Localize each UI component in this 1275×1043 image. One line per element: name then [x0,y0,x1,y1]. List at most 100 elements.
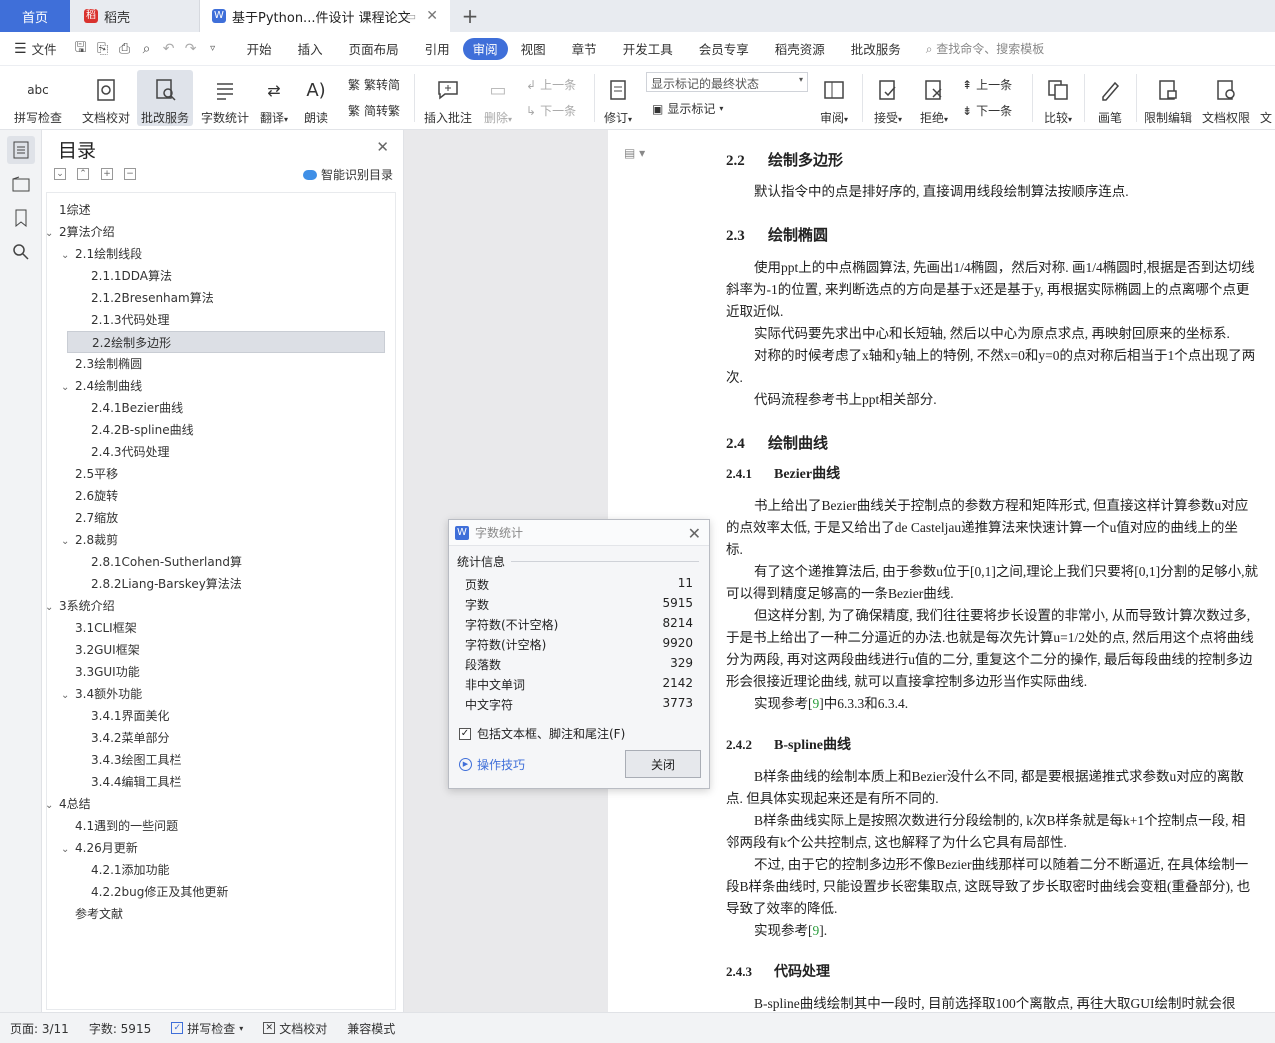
toc-item[interactable]: 3.2GUI框架 [61,639,140,661]
toc-item[interactable]: 2.3绘制椭圆 [61,353,142,375]
toc-item[interactable]: 4.1遇到的一些问题 [61,815,178,837]
export-pdf-icon[interactable]: ⎘ [92,38,114,60]
chevron-down-icon[interactable]: ⌄ [45,597,59,619]
search-icon[interactable] [7,238,35,266]
toc-item[interactable]: 3.4.2菜单部分 [77,727,170,749]
toc-item[interactable]: 2.7缩放 [61,507,118,529]
close-icon[interactable]: ✕ [688,524,701,543]
expand-all-icon[interactable]: ⌃ [77,168,89,180]
correction-service-button[interactable]: 批改服务 [137,70,193,126]
trad-to-simp-button[interactable]: 繁繁转简 [348,76,400,93]
toc-item[interactable]: 2.1.2Bresenham算法 [77,287,214,309]
close-icon[interactable]: ✕ [376,138,389,156]
save-icon[interactable]: 🖫 [70,38,92,60]
menu-view[interactable]: 视图 [508,38,559,60]
tips-link[interactable]: ▶ 操作技巧 [459,756,525,773]
menu-review[interactable]: 审阅 [462,37,508,60]
toc-item[interactable]: 2.6旋转 [61,485,118,507]
undo-icon[interactable]: ↶ [158,38,180,60]
add-toc-item-icon[interactable]: + [101,168,113,180]
toc-item[interactable]: ⌄ 2.4绘制曲线 [61,375,142,397]
review-pane-button[interactable]: 审阅▾ [814,70,854,126]
toc-item[interactable]: 2.8.2Liang-Barskey算法法 [77,573,242,595]
chevron-down-icon[interactable]: ⌄ [61,685,75,707]
chapter-nav-icon[interactable] [7,170,35,198]
chevron-down-icon[interactable]: ⌄ [45,223,59,245]
proofread-status[interactable]: ✕ 文档校对 [253,1020,337,1037]
toc-item[interactable]: 4.2.1添加功能 [77,859,170,881]
toc-item[interactable]: 2.4.2B-spline曲线 [77,419,194,441]
toc-item[interactable]: ⌄ 4总结 [45,793,91,815]
menu-start[interactable]: 开始 [234,38,285,60]
spell-check-status[interactable]: ✓ 拼写检查 ▾ [161,1020,253,1037]
menu-chapter[interactable]: 章节 [559,38,610,60]
accept-button[interactable]: 接受▾ [868,70,908,126]
tab-daoke[interactable]: 稻稻壳 [70,0,200,32]
toc-item[interactable]: 4.2.2bug修正及其他更新 [77,881,228,903]
toc-item[interactable]: 3.4.4编辑工具栏 [77,771,182,793]
toc-nav-icon[interactable] [7,136,35,164]
redo-icon[interactable]: ↷ [180,38,202,60]
smart-toc-button[interactable]: 智能识别目录 [302,166,393,183]
toc-item[interactable]: 2.1.1DDA算法 [77,265,172,287]
close-button[interactable]: 关闭 [625,750,701,778]
tab-home[interactable]: 首页 [0,0,70,32]
collapse-all-icon[interactable]: ⌄ [54,168,66,180]
menu-daoke-resources[interactable]: 稻壳资源 [762,38,838,60]
proofread-button[interactable]: 文档校对 [78,70,134,126]
chevron-down-icon[interactable]: ⌄ [61,531,75,553]
page-indicator[interactable]: 页面: 3/11 [0,1020,79,1037]
doc-rights-button[interactable]: 文档权限 [1198,70,1254,126]
next-comment-button[interactable]: ↳ 下一条 [526,102,576,119]
toc-item[interactable]: 1综述 [45,199,91,221]
toc-item[interactable]: 2.8.1Cohen-Sutherland算 [77,551,242,573]
bookmark-icon[interactable] [7,204,35,232]
menu-layout[interactable]: 页面布局 [336,38,412,60]
spell-check-button[interactable]: abc 拼写检查 [10,70,66,126]
translate-button[interactable]: ⇄ 翻译▾ [254,70,294,126]
toc-item[interactable]: 2.1.3代码处理 [77,309,170,331]
delete-comment-button[interactable]: ▭ 删除▾ [478,70,518,126]
toc-item[interactable]: 2.4.1Bezier曲线 [77,397,183,419]
toc-item[interactable]: ⌄ 4.26月更新 [61,837,138,859]
read-aloud-button[interactable]: A) 朗读 [298,70,334,126]
remove-toc-item-icon[interactable]: − [124,168,136,180]
toc-item[interactable]: 2.5平移 [61,463,118,485]
reject-button[interactable]: 拒绝▾ [914,70,954,126]
menu-correction-service[interactable]: 批改服务 [838,38,914,60]
print-icon[interactable]: ⎙ [114,38,136,60]
toc-item[interactable]: 2.4.3代码处理 [77,441,170,463]
include-textbox-checkbox[interactable]: ✓ 包括文本框、脚注和尾注(F) [459,725,625,742]
toc-item[interactable]: ⌄ 2算法介绍 [45,221,115,243]
prev-comment-button[interactable]: ↲ 上一条 [526,76,576,93]
dialog-titlebar[interactable]: W 字数统计 [449,520,709,546]
more-ribbon-button[interactable]: 文 [1258,70,1274,126]
toc-item[interactable]: ⌄ 3.4额外功能 [61,683,142,705]
chevron-down-icon[interactable]: ⌄ [61,839,75,861]
word-count-button[interactable]: 字数统计 [197,70,253,126]
command-search[interactable]: ⌕ 查找命令、搜索模板 [926,40,1045,57]
toc-item[interactable]: ⌄ 2.8裁剪 [61,529,118,551]
print-preview-icon[interactable]: ⌕ [136,38,158,60]
chevron-down-icon[interactable]: ⌄ [45,795,59,817]
track-changes-button[interactable]: 修订▾ [598,70,638,126]
tab-document[interactable]: W 基于Python...件设计 课程论文 ▭ ✕ [200,0,450,32]
menu-dev-tools[interactable]: 开发工具 [610,38,686,60]
toc-item[interactable]: 参考文献 [61,903,123,925]
toc-item[interactable]: 3.1CLI框架 [61,617,137,639]
next-change-button[interactable]: ⇟ 下一条 [962,102,1012,119]
toc-item[interactable]: ⌄ 2.1绘制线段 [61,243,142,265]
quick-access-dropdown-icon[interactable]: ▿ [202,38,224,60]
simp-to-trad-button[interactable]: 繁简转繁 [348,102,400,119]
word-count-indicator[interactable]: 字数: 5915 [79,1020,161,1037]
menu-insert[interactable]: 插入 [285,38,336,60]
insert-comment-button[interactable]: 插入批注 [420,70,476,126]
toc-item[interactable]: 2.2绘制多边形 [67,331,385,353]
markup-state-select[interactable]: 显示标记的最终状态 ▾ [646,72,808,92]
close-tab-icon[interactable]: ✕ [426,8,438,24]
prev-change-button[interactable]: ⇞ 上一条 [962,76,1012,93]
pen-button[interactable]: 画笔 [1090,70,1130,126]
show-markup-button[interactable]: ▣ 显示标记 ▾ [652,100,723,117]
toc-item[interactable]: 3.4.3绘图工具栏 [77,749,182,771]
menu-reference[interactable]: 引用 [412,38,463,60]
